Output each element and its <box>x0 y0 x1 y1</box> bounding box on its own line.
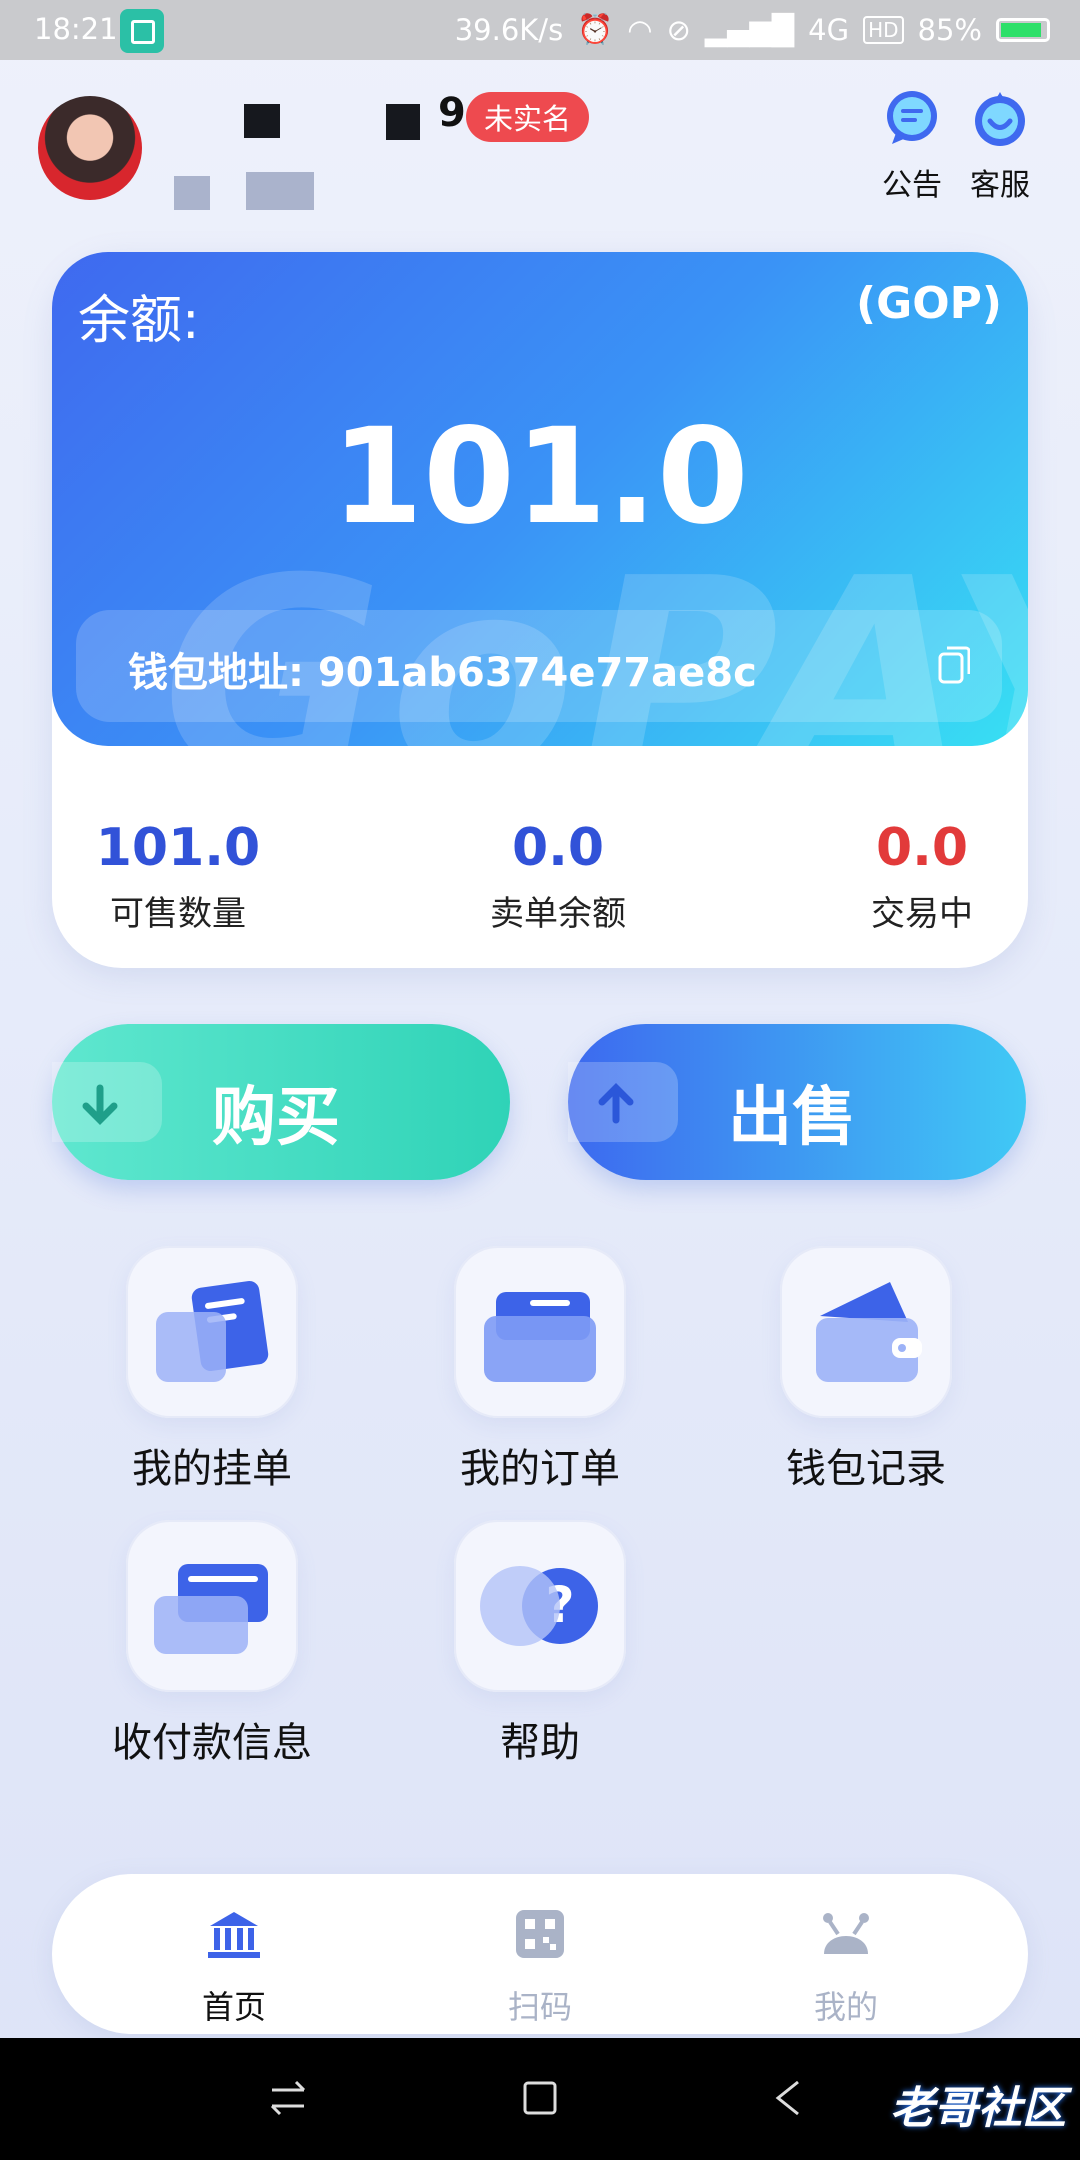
card-icon <box>154 1564 268 1654</box>
folder-icon <box>484 1292 596 1382</box>
redacted-uid-block <box>246 172 314 210</box>
back-arrow-icon[interactable] <box>770 2078 810 2118</box>
balance-card: GoPAY 余额: (GOP) 101.0 钱包地址: 901ab6374e77… <box>52 252 1028 746</box>
stat-value: 0.0 <box>511 818 605 878</box>
network-type: 4G <box>808 12 850 47</box>
nav-mine[interactable]: 我的 <box>776 1908 916 2028</box>
currency-unit: (GOP) <box>856 278 1002 329</box>
announcement-label[interactable]: 公告 <box>872 160 952 204</box>
verification-badge[interactable]: 未实名 <box>466 92 590 142</box>
upload-arrow-icon <box>568 1062 678 1142</box>
home-square-icon[interactable] <box>520 2078 560 2118</box>
status-indicators: 39.6K/s ⏰ ◠ ⊘ ▂▄▆█ 4G HD 85% <box>455 12 1050 47</box>
menu-label: 帮助 <box>500 1720 580 1766</box>
menu-wallet-records[interactable] <box>780 1246 952 1418</box>
nav-home[interactable]: 首页 <box>164 1908 304 2028</box>
site-watermark: 老哥社区 <box>890 2083 1066 2134</box>
listing-icon <box>156 1280 269 1382</box>
menu-label: 钱包记录 <box>786 1446 946 1492</box>
menu-my-orders[interactable] <box>454 1246 626 1418</box>
battery-percent: 85% <box>917 12 982 47</box>
customer-service-icon[interactable] <box>970 88 1030 148</box>
stat-available: 101.0 可售数量 <box>88 818 268 935</box>
qr-icon <box>516 1910 564 1958</box>
uid-visible-digit: 9 <box>438 90 466 136</box>
sell-label: 出售 <box>728 1081 856 1155</box>
stat-in-trade: 0.0 交易中 <box>852 818 992 935</box>
profile-icon <box>823 1913 869 1954</box>
network-speed: 39.6K/s <box>454 12 564 47</box>
menu-label: 我的订单 <box>460 1446 620 1492</box>
stat-label: 卖单余额 <box>490 894 626 934</box>
menu-payment-info[interactable] <box>126 1520 298 1692</box>
balance-amount: 101.0 <box>331 400 749 554</box>
home-bank-icon <box>208 1912 260 1958</box>
redacted-uid-block <box>174 176 210 210</box>
redacted-username-block <box>386 104 420 140</box>
battery-icon <box>996 17 1050 42</box>
buy-button[interactable]: 购买 <box>52 1024 510 1180</box>
menu-my-listings[interactable] <box>126 1246 298 1418</box>
customer-service-label[interactable]: 客服 <box>960 160 1040 204</box>
wifi-icon: ◠ <box>627 12 653 47</box>
menu-label: 我的挂单 <box>132 1446 292 1492</box>
menu-help[interactable]: ? <box>454 1520 626 1692</box>
signal-icon: ▂▄▆█ <box>704 12 795 47</box>
menu-label: 收付款信息 <box>112 1720 312 1766</box>
help-icon: ? <box>480 1566 598 1646</box>
status-time: 18:21 <box>34 12 118 46</box>
download-arrow-icon <box>52 1062 162 1142</box>
buy-label: 购买 <box>212 1081 340 1155</box>
nav-label: 扫码 <box>507 1988 572 2026</box>
announcement-icon[interactable] <box>882 88 942 148</box>
alarm-icon: ⏰ <box>577 12 614 46</box>
stat-value: 101.0 <box>95 818 261 878</box>
nav-label: 首页 <box>201 1988 266 2026</box>
status-bar: 18:21 39.6K/s ⏰ ◠ ⊘ ▂▄▆█ 4G HD 85% <box>0 0 1080 60</box>
balance-label: 余额: <box>78 291 200 351</box>
recents-swap-icon[interactable] <box>268 2078 308 2118</box>
avatar[interactable] <box>38 96 142 200</box>
sell-button[interactable]: 出售 <box>568 1024 1026 1180</box>
stat-value: 0.0 <box>875 818 969 878</box>
stat-label: 交易中 <box>871 894 973 934</box>
wallet-address: 钱包地址: 901ab6374e77ae8c <box>128 650 757 696</box>
stat-sell-balance: 0.0 卖单余额 <box>468 818 648 935</box>
dnd-icon: ⊘ <box>666 12 691 47</box>
nav-label: 我的 <box>813 1988 878 2026</box>
nav-scan[interactable]: 扫码 <box>470 1908 610 2028</box>
copy-icon[interactable] <box>938 646 970 684</box>
bottom-nav: 首页 扫码 我的 <box>52 1874 1028 2034</box>
hd-icon: HD <box>863 15 904 44</box>
wallet-address-bar: 钱包地址: 901ab6374e77ae8c <box>76 610 1002 722</box>
redacted-username-block <box>244 104 280 138</box>
stat-label: 可售数量 <box>110 894 246 934</box>
scan-notification-icon <box>120 9 164 53</box>
wallet-icon <box>816 1282 922 1382</box>
